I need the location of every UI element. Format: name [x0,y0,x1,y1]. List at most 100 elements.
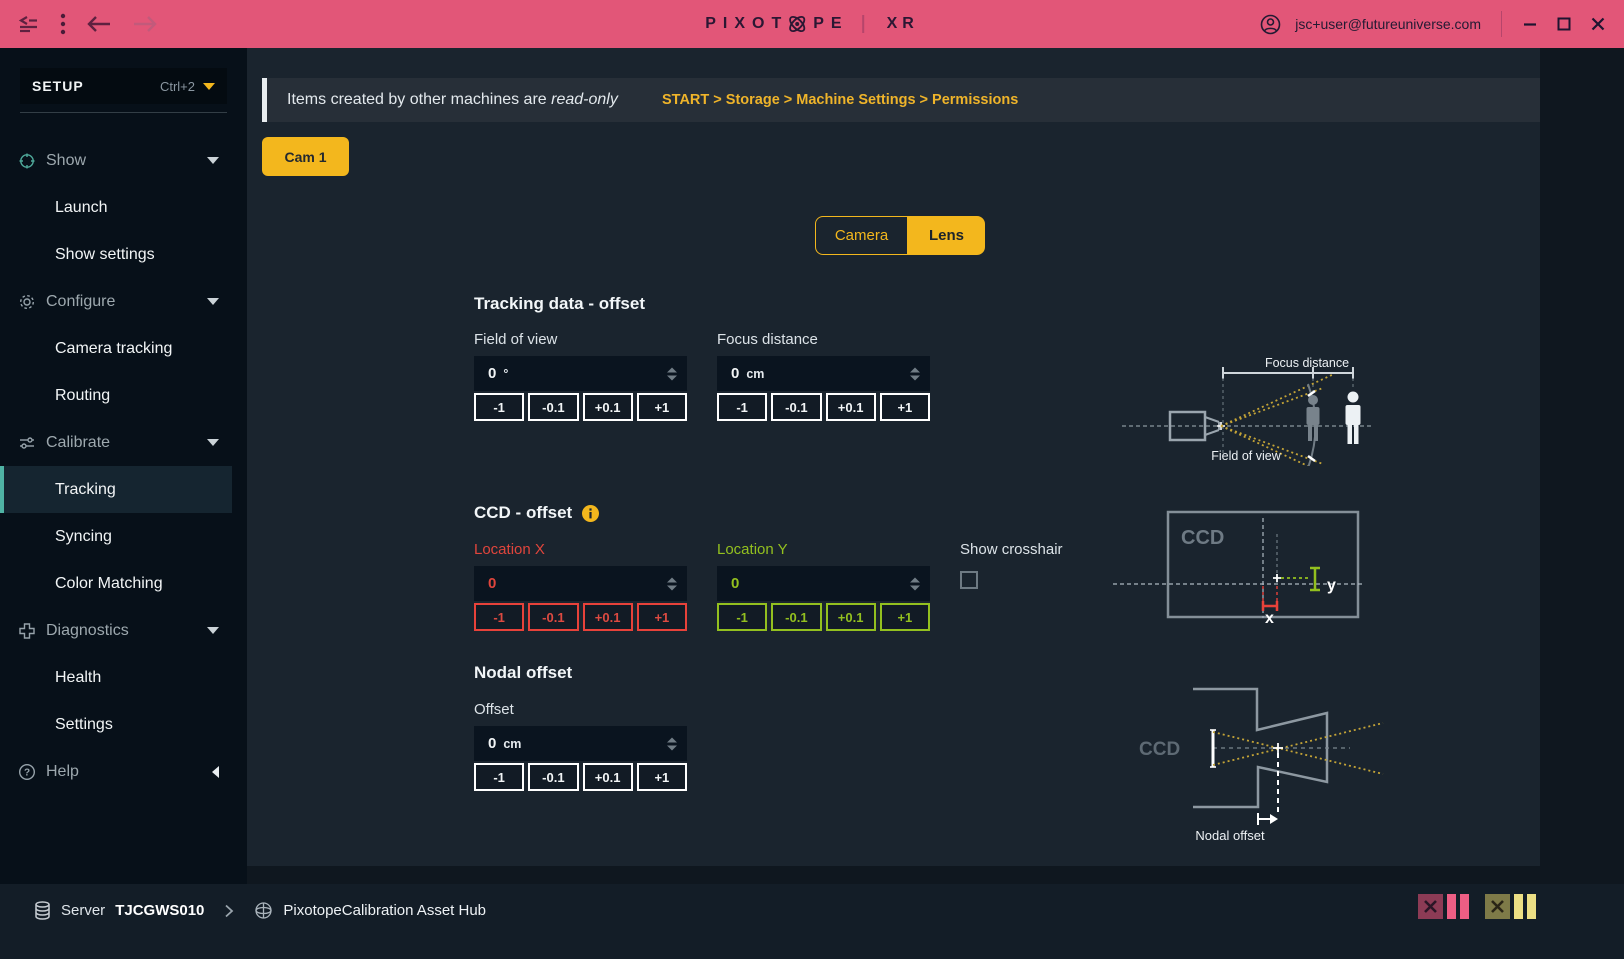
window-controls [1522,16,1606,32]
collapse-sidebar-icon[interactable] [18,14,40,34]
tab-camera[interactable]: Camera [815,216,908,255]
stepper-plus-01[interactable]: +0.1 [583,393,633,421]
stepper-plus-1[interactable]: +1 [637,603,687,631]
location-x-input[interactable]: 0 [474,566,687,601]
spinner-arrows[interactable] [667,577,677,590]
spinner-arrows[interactable] [667,367,677,380]
location-y-label: Location Y [717,541,930,561]
user-icon[interactable] [1260,14,1281,35]
location-y-group: Location Y 0 -1 -0.1 +0.1 +1 [717,541,930,631]
stepper-minus-01[interactable]: -0.1 [528,393,578,421]
stepper-plus-1[interactable]: +1 [637,393,687,421]
gear-icon [17,293,37,311]
location-y-input[interactable]: 0 [717,566,930,601]
asset-hub-name[interactable]: PixotopeCalibration Asset Hub [283,902,486,919]
logo-text-left: PIXOT [705,15,788,33]
sidebar-item-help[interactable]: ? Help [0,748,247,795]
stepper-minus-1[interactable]: -1 [474,603,524,631]
stepper-minus-1[interactable]: -1 [717,393,767,421]
video-disconnected-icon[interactable] [1418,894,1443,919]
stepper-plus-01[interactable]: +0.1 [826,393,876,421]
setup-dropdown[interactable]: SETUP Ctrl+2 [20,68,227,104]
user-email[interactable]: jsc+user@futureuniverse.com [1295,16,1481,32]
stepper-minus-1[interactable]: -1 [474,763,524,791]
section-title-tracking-offset: Tracking data - offset [474,294,645,314]
focus-distance-input[interactable]: 0 cm [717,356,930,391]
notice-text: Items created by other machines are read… [287,91,618,109]
sidebar-item-calibrate[interactable]: Calibrate [0,419,247,466]
field-of-view-group: Field of view 0 ° -1 -0.1 +0.1 +1 [474,331,687,421]
nodal-offset-input[interactable]: 0 cm [474,726,687,761]
sidebar-item-tracking[interactable]: Tracking [0,466,232,513]
sidebar-item-diagnostics[interactable]: Diagnostics [0,607,247,654]
forward-arrow-icon[interactable] [132,15,158,33]
stepper-minus-01[interactable]: -0.1 [528,603,578,631]
spinner-arrows[interactable] [910,577,920,590]
close-icon[interactable] [1590,16,1606,32]
statusbar: Server TJCGWS010 PixotopeCalibration Ass… [0,884,1624,959]
stepper-plus-01[interactable]: +0.1 [583,603,633,631]
help-icon: ? [17,763,37,781]
stepper-plus-01[interactable]: +0.1 [583,763,633,791]
sidebar-item-color-matching[interactable]: Color Matching [0,560,247,607]
logo-divider [863,15,865,33]
sidebar-item-launch[interactable]: Launch [0,184,247,231]
stepper-minus-01[interactable]: -0.1 [771,393,821,421]
show-crosshair-group: Show crosshair [960,541,1063,589]
minimize-icon[interactable] [1522,16,1538,32]
chevron-right-icon [224,904,234,918]
server-info[interactable]: Server TJCGWS010 PixotopeCalibration Ass… [34,901,486,920]
logo-text-right: PE [813,15,848,33]
tab-lens[interactable]: Lens [908,216,985,255]
stepper-plus-1[interactable]: +1 [880,603,930,631]
field-of-view-input[interactable]: 0 ° [474,356,687,391]
svg-text:y: y [1327,577,1336,594]
show-crosshair-label: Show crosshair [960,541,1063,561]
svg-text:CCD: CCD [1181,527,1224,549]
back-arrow-icon[interactable] [86,15,112,33]
kebab-menu-icon[interactable] [60,13,66,35]
sidebar-item-show-settings[interactable]: Show settings [0,231,247,278]
nodal-offset-group: Offset 0 cm -1 -0.1 +0.1 +1 [474,701,687,791]
logo-atom-icon [785,12,809,36]
asset-hub-icon [254,901,273,920]
show-crosshair-checkbox[interactable] [960,571,978,589]
stepper-minus-1[interactable]: -1 [474,393,524,421]
cam-1-button[interactable]: Cam 1 [262,137,349,176]
titlebar-separator [1501,11,1502,37]
readonly-notice-banner: Items created by other machines are read… [262,78,1540,122]
content-page: Items created by other machines are read… [247,48,1540,866]
nodal-offset-diagram: CCD Nodal offset [1095,653,1385,848]
sidebar-divider [20,112,227,113]
sidebar-item-settings[interactable]: Settings [0,701,247,748]
sliders-icon [17,434,37,452]
sidebar-item-camera-tracking[interactable]: Camera tracking [0,325,247,372]
fov-stepper: -1 -0.1 +0.1 +1 [474,393,687,421]
stepper-plus-1[interactable]: +1 [880,393,930,421]
status-indicators [1418,894,1536,919]
location-x-group: Location X 0 -1 -0.1 +0.1 +1 [474,541,687,631]
focus-stepper: -1 -0.1 +0.1 +1 [717,393,930,421]
tracking-disconnected-icon[interactable] [1485,894,1510,919]
spinner-arrows[interactable] [667,737,677,750]
sidebar-item-health[interactable]: Health [0,654,247,701]
sidebar-item-show[interactable]: Show [0,137,247,184]
status-bar-yellow [1514,894,1523,919]
chevron-down-icon [207,627,219,634]
stepper-plus-01[interactable]: +0.1 [826,603,876,631]
sidebar-item-configure[interactable]: Configure [0,278,247,325]
stepper-minus-01[interactable]: -0.1 [771,603,821,631]
titlebar-right: jsc+user@futureuniverse.com [1260,11,1606,37]
stepper-plus-1[interactable]: +1 [637,763,687,791]
focus-distance-group: Focus distance 0 cm -1 -0.1 +0.1 +1 [717,331,930,421]
sidebar-item-syncing[interactable]: Syncing [0,513,247,560]
maximize-icon[interactable] [1556,16,1572,32]
stepper-minus-1[interactable]: -1 [717,603,767,631]
sidebar-item-routing[interactable]: Routing [0,372,247,419]
info-icon[interactable] [582,505,599,522]
stepper-minus-01[interactable]: -0.1 [528,763,578,791]
breadcrumb[interactable]: START > Storage > Machine Settings > Per… [662,92,1018,108]
spinner-arrows[interactable] [910,367,920,380]
field-of-view-label: Field of view [474,331,687,351]
svg-text:Field of view: Field of view [1211,449,1281,463]
